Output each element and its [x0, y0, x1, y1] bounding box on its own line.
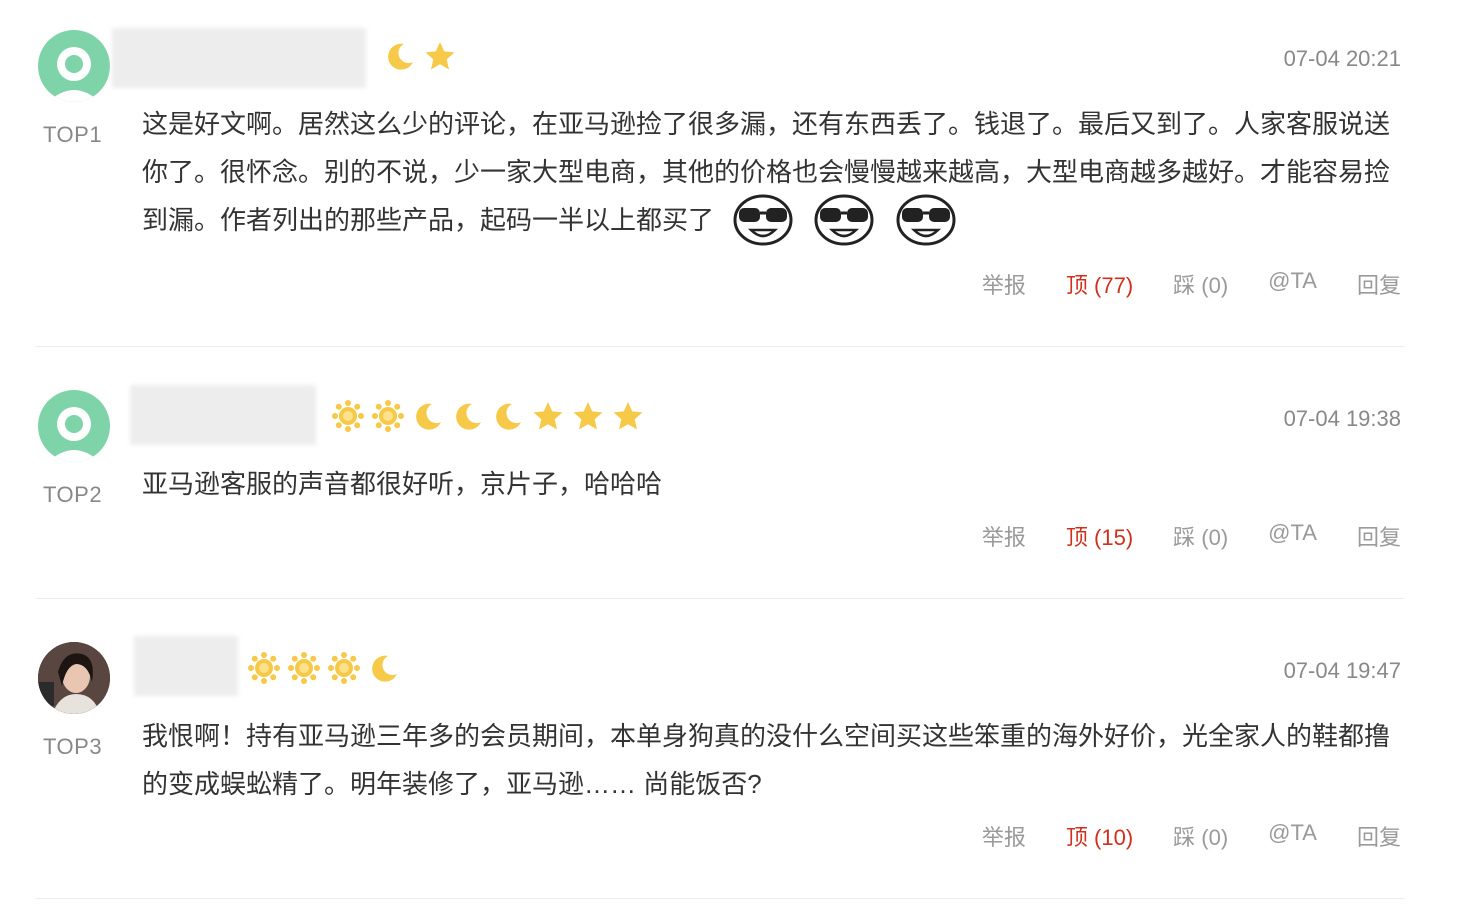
rank-label: TOP2 — [43, 482, 103, 507]
downvote-button[interactable]: 踩 (0) — [1173, 268, 1228, 300]
user-level-badges — [384, 38, 456, 74]
mention-button[interactable]: @TA — [1268, 268, 1317, 300]
user-level-badges — [332, 398, 644, 434]
comment-time: 07-04 20:21 — [1283, 46, 1401, 71]
downvote-button[interactable]: 踩 (0) — [1173, 820, 1228, 852]
sun-icon — [332, 400, 364, 432]
star-icon — [425, 42, 455, 70]
divider — [36, 598, 1404, 599]
user-photo-avatar — [38, 642, 110, 714]
moon-icon — [372, 655, 397, 682]
default-avatar-icon — [48, 407, 100, 462]
star-icon — [613, 402, 643, 430]
comment-time: 07-04 19:38 — [1283, 406, 1401, 431]
downvote-button[interactable]: 踩 (0) — [1173, 520, 1228, 552]
user-avatar[interactable] — [38, 642, 110, 714]
upvote-button[interactable]: 顶 (15) — [1066, 520, 1133, 552]
comment-text: 亚马逊客服的声音都很好听，京片子，哈哈哈 — [142, 469, 663, 499]
user-avatar[interactable] — [38, 30, 110, 102]
star-icon — [573, 402, 603, 430]
user-level-badges — [248, 650, 400, 686]
report-button[interactable]: 举报 — [982, 520, 1026, 552]
sun-icon — [372, 400, 404, 432]
reply-button[interactable]: 回复 — [1357, 520, 1401, 552]
sunglasses-emoji — [896, 194, 956, 246]
comment-actions: 举报 顶 (15) 踩 (0) @TA 回复 — [982, 520, 1401, 552]
comment-actions: 举报 顶 (77) 踩 (0) @TA 回复 — [982, 268, 1401, 300]
username-blurred[interactable] — [130, 385, 316, 445]
mention-button[interactable]: @TA — [1268, 820, 1317, 852]
upvote-button[interactable]: 顶 (10) — [1066, 820, 1133, 852]
divider — [36, 898, 1404, 899]
sun-icon — [328, 652, 360, 684]
star-icon — [533, 402, 563, 430]
moon-icon — [456, 403, 481, 430]
upvote-button[interactable]: 顶 (77) — [1066, 268, 1133, 300]
report-button[interactable]: 举报 — [982, 820, 1026, 852]
sunglasses-emoji — [814, 194, 874, 246]
comment-actions: 举报 顶 (10) 踩 (0) @TA 回复 — [982, 820, 1401, 852]
moon-icon — [388, 43, 413, 70]
user-avatar[interactable] — [38, 390, 110, 462]
moon-icon — [496, 403, 521, 430]
comment-text: 我恨啊！持有亚马逊三年多的会员期间，本单身狗真的没什么空间买这些笨重的海外好价，… — [142, 721, 1391, 799]
default-avatar-icon — [48, 47, 100, 102]
rank-label: TOP3 — [43, 734, 103, 759]
divider — [36, 346, 1404, 347]
sun-icon — [248, 652, 280, 684]
username-blurred[interactable] — [112, 28, 366, 88]
comment-time: 07-04 19:47 — [1283, 658, 1401, 683]
mention-button[interactable]: @TA — [1268, 520, 1317, 552]
comment-text-block: 这是好文啊。居然这么少的评论，在亚马逊捡了很多漏，还有东西丢了。钱退了。最后又到… — [142, 100, 1402, 246]
reply-button[interactable]: 回复 — [1357, 268, 1401, 300]
sunglasses-emoji — [733, 194, 793, 246]
moon-icon — [416, 403, 441, 430]
username-blurred[interactable] — [134, 636, 238, 696]
reply-button[interactable]: 回复 — [1357, 820, 1401, 852]
sun-icon — [288, 652, 320, 684]
report-button[interactable]: 举报 — [982, 268, 1026, 300]
rank-label: TOP1 — [43, 122, 103, 147]
